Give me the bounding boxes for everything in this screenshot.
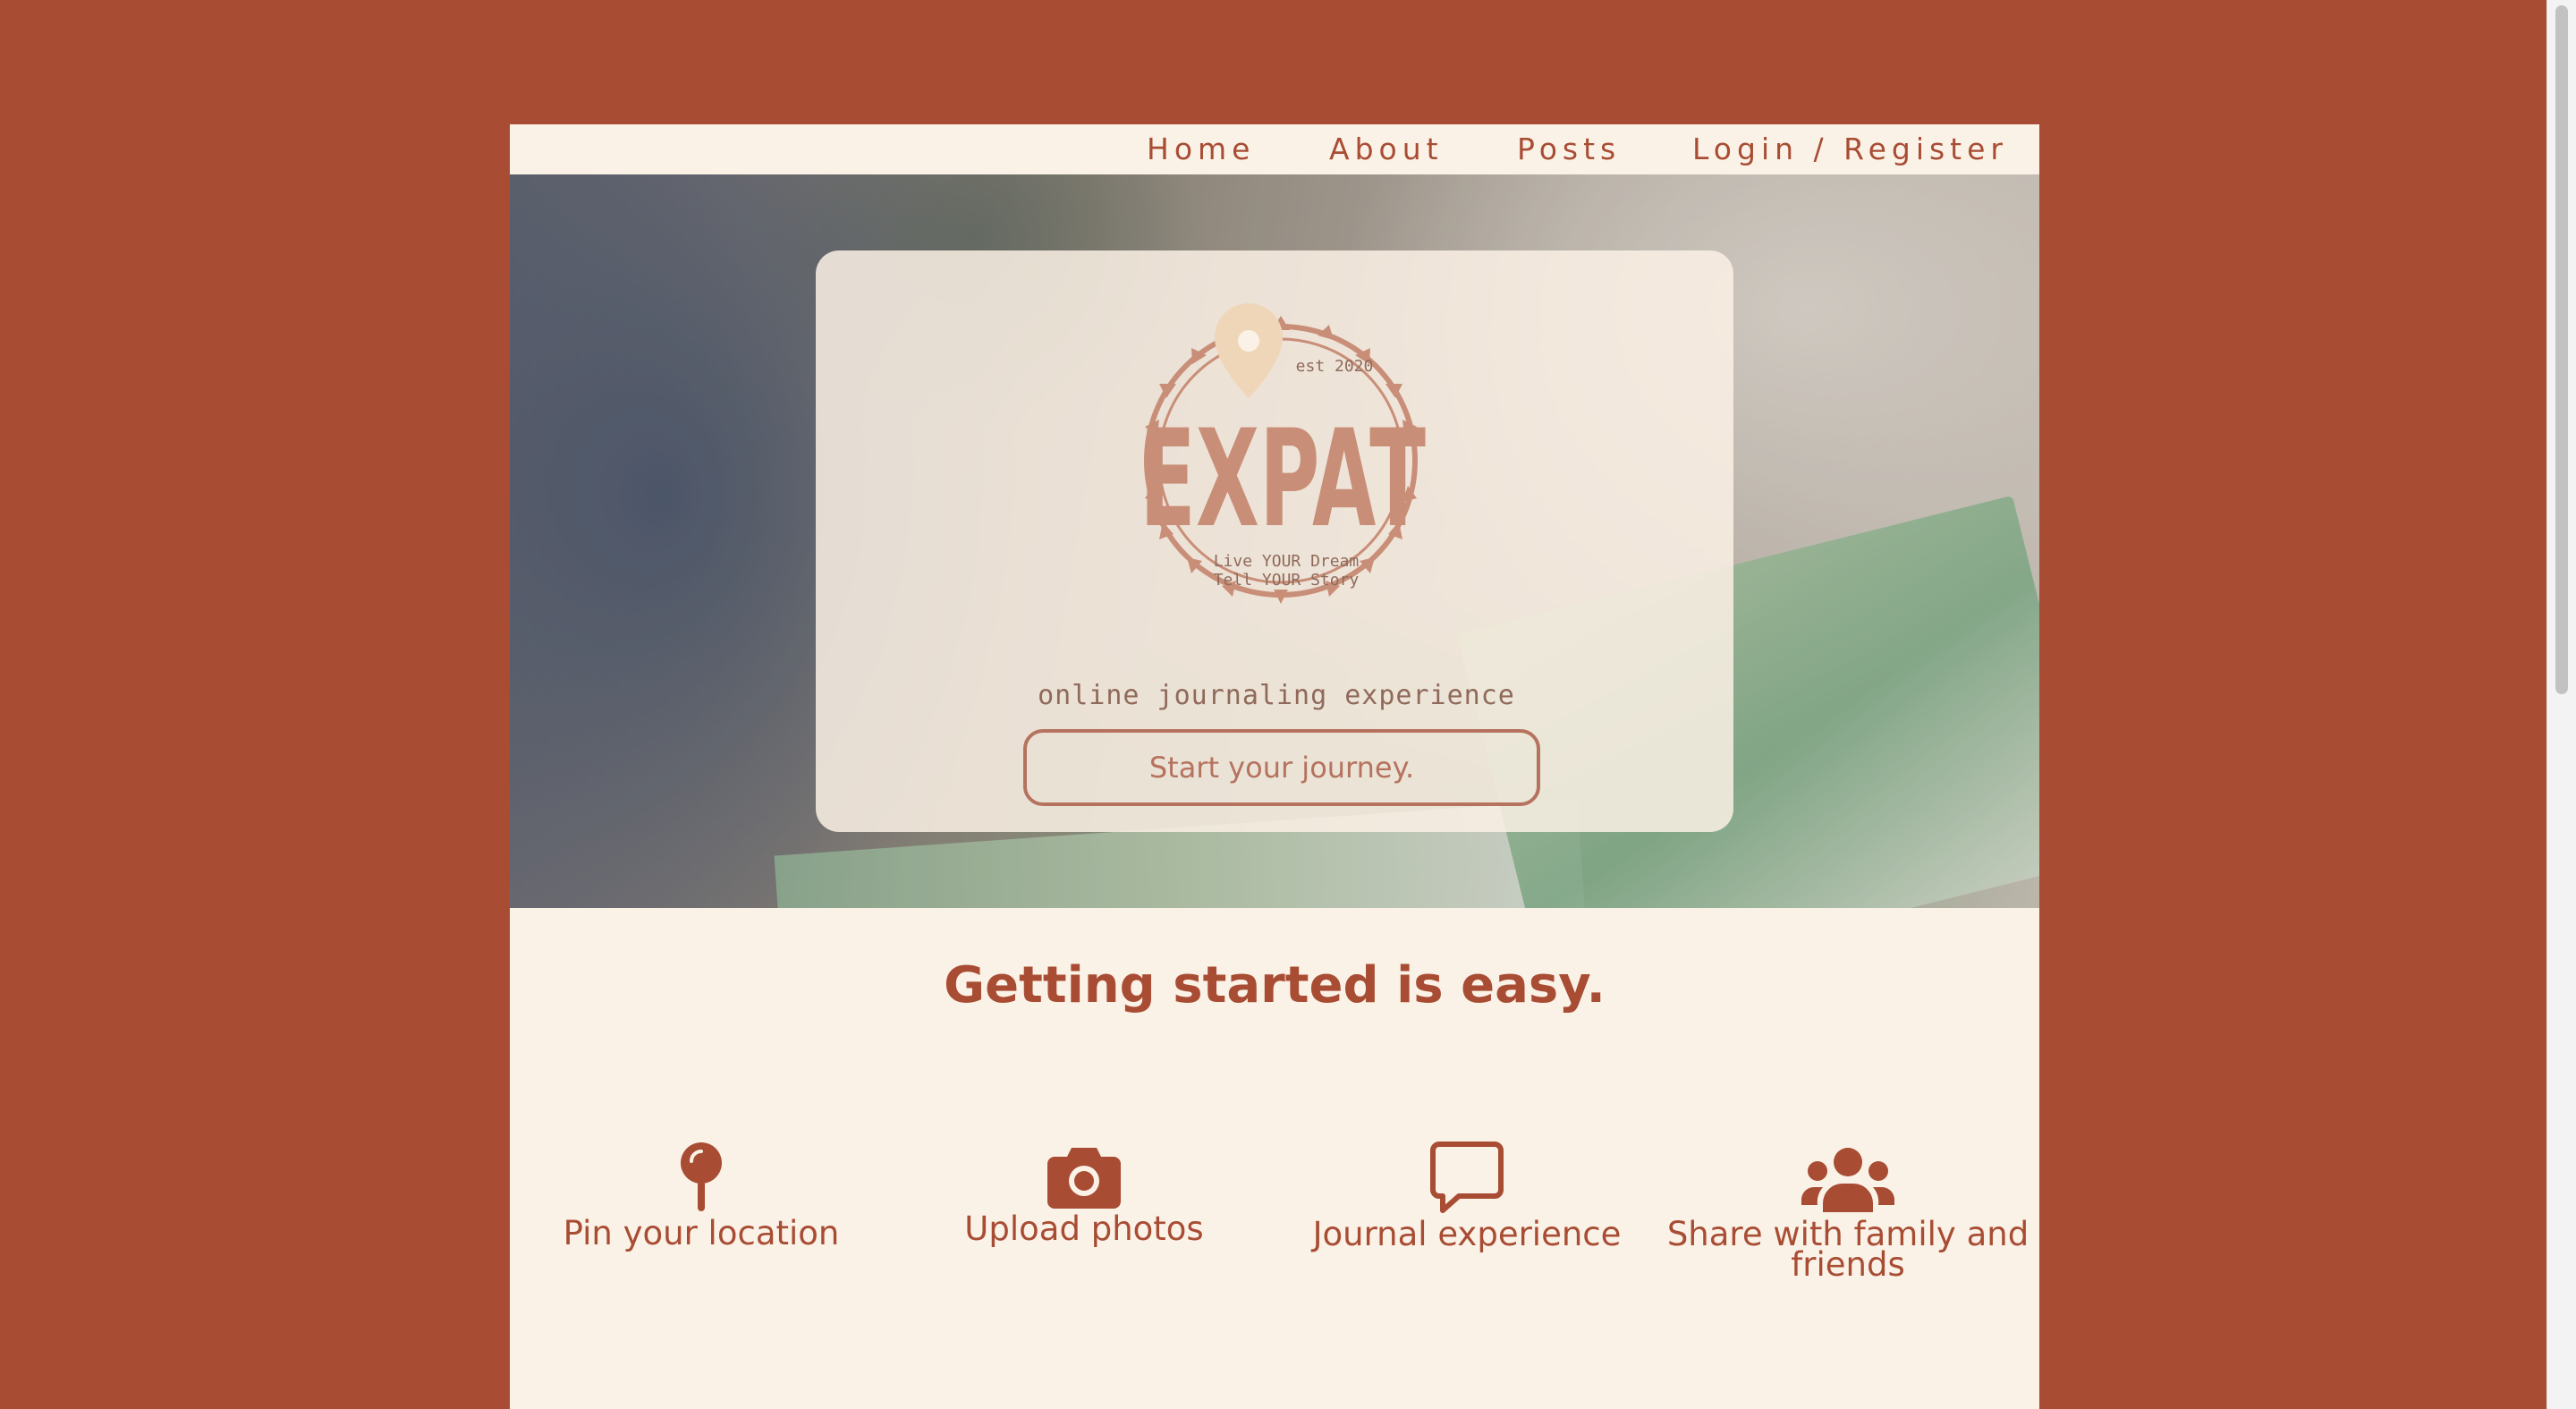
scrollbar-thumb[interactable] (2555, 5, 2568, 694)
feature-pin-location: Pin your location (510, 1142, 893, 1252)
page-container: Home About Posts Login / Register est 20… (510, 124, 2039, 1409)
hero-tagline: online journaling experience (1038, 680, 1515, 711)
nav-home[interactable]: Home (1147, 124, 1255, 174)
feature-share-family: Share with family and friends (1657, 1146, 2039, 1284)
feature-label: Pin your location (563, 1214, 840, 1252)
map-pin-icon (681, 1142, 722, 1211)
feature-journal-experience: Journal experience (1275, 1141, 1658, 1253)
nav-login-register[interactable]: Login / Register (1692, 124, 2008, 174)
logo-brand-text: EXPAT (1140, 402, 1426, 557)
comment-icon (1430, 1142, 1504, 1213)
scrollbar[interactable] (2546, 0, 2576, 1409)
feature-upload-photos: Upload photos (893, 1144, 1275, 1248)
start-journey-button[interactable]: Start your journey. (1023, 729, 1540, 806)
feature-label: Share with family and friends (1666, 1215, 2029, 1284)
top-nav: Home About Posts Login / Register (510, 124, 2039, 174)
users-icon (1801, 1148, 1894, 1212)
logo-motto-line2: Tell YOUR Story (1214, 571, 1360, 590)
nav-about[interactable]: About (1329, 124, 1444, 174)
feature-label: Upload photos (964, 1210, 1204, 1248)
hero-section: est 2020 EXPAT Live YOUR Dream Tell YOUR… (510, 174, 2039, 908)
camera-icon (1047, 1148, 1121, 1209)
logo-motto-line1: Live YOUR Dream (1214, 552, 1360, 571)
feature-label: Journal experience (1312, 1215, 1622, 1253)
hero-card: est 2020 EXPAT Live YOUR Dream Tell YOUR… (816, 250, 1733, 832)
expat-logo: est 2020 EXPAT Live YOUR Dream Tell YOUR… (1140, 303, 1426, 604)
getting-started-title: Getting started is easy. (944, 956, 1606, 1014)
nav-posts[interactable]: Posts (1517, 124, 1621, 174)
logo-est-text: est 2020 (1296, 357, 1374, 376)
